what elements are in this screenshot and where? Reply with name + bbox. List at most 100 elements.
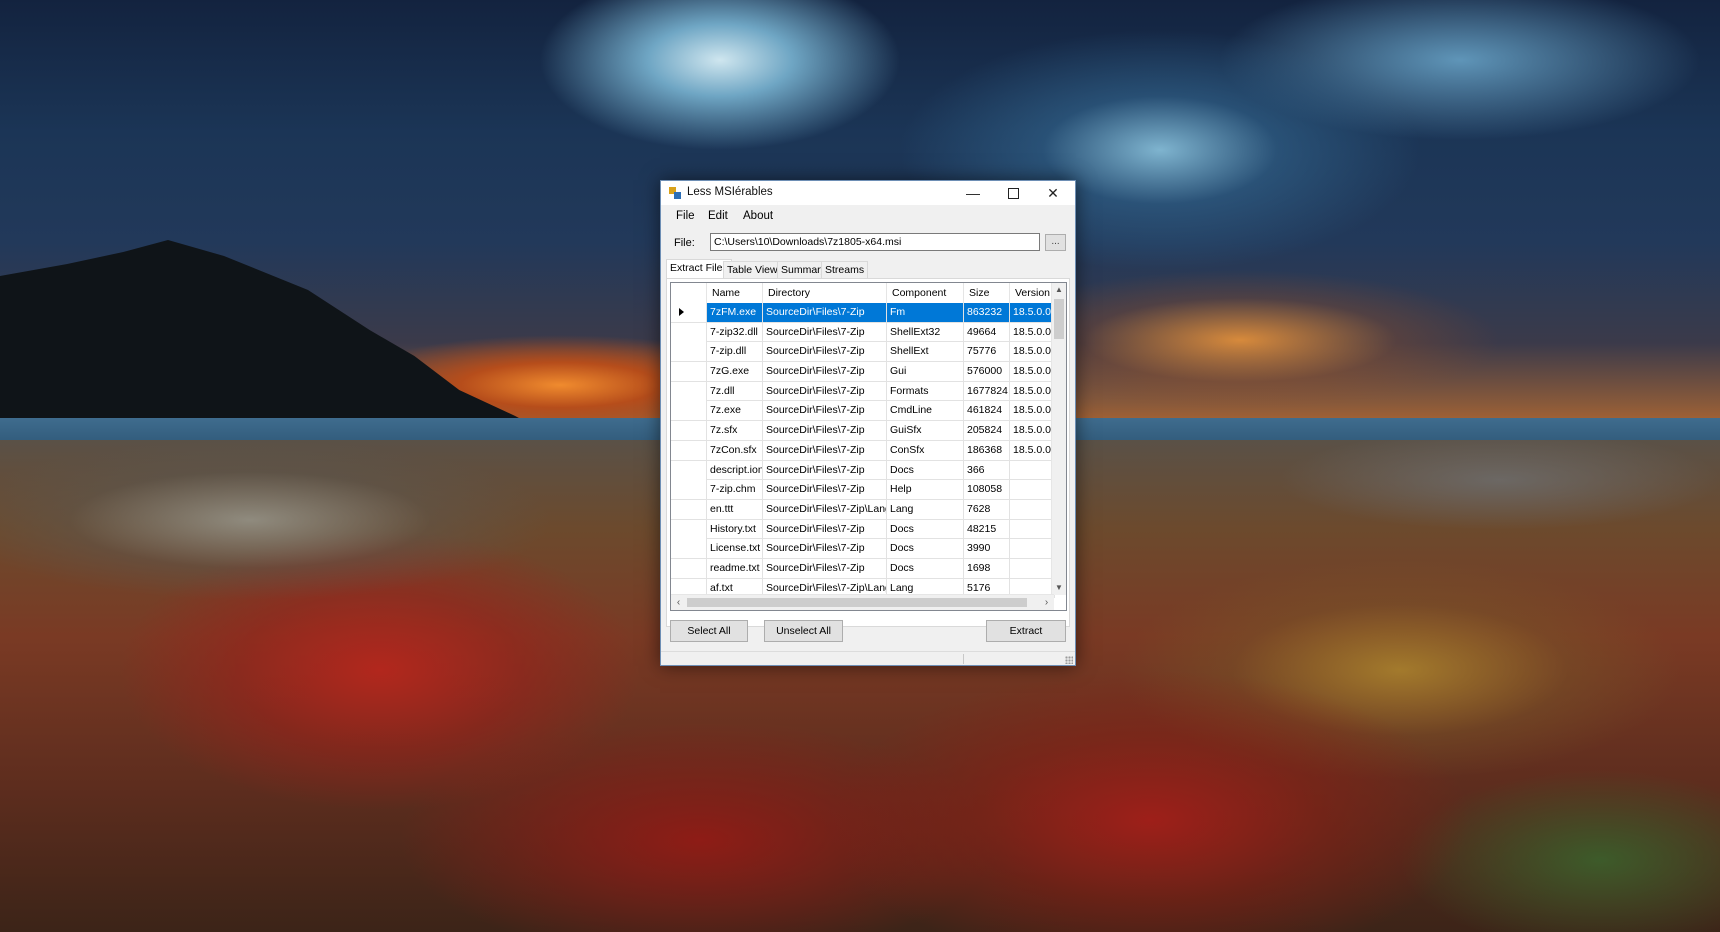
row-header[interactable] bbox=[671, 440, 707, 460]
column-header-component[interactable]: Component bbox=[887, 283, 964, 303]
row-header[interactable] bbox=[671, 460, 707, 480]
cell-component[interactable]: Docs bbox=[887, 460, 964, 480]
row-header[interactable] bbox=[671, 519, 707, 539]
cell-version[interactable]: 18.5.0.0 bbox=[1010, 342, 1055, 362]
column-header-directory[interactable]: Directory bbox=[763, 283, 887, 303]
vertical-scrollbar[interactable]: ▲ ▼ bbox=[1051, 283, 1066, 595]
row-header[interactable] bbox=[671, 303, 707, 322]
row-header[interactable] bbox=[671, 558, 707, 578]
cell-directory[interactable]: SourceDir\Files\7-Zip bbox=[763, 303, 887, 322]
horizontal-scrollbar[interactable]: ‹ › bbox=[671, 594, 1054, 610]
close-button[interactable]: ✕ bbox=[1033, 181, 1073, 205]
cell-name[interactable]: History.txt bbox=[707, 519, 763, 539]
cell-size[interactable]: 49664 bbox=[964, 322, 1010, 342]
cell-directory[interactable]: SourceDir\Files\7-Zip bbox=[763, 401, 887, 421]
cell-name[interactable]: 7zG.exe bbox=[707, 362, 763, 382]
cell-directory[interactable]: SourceDir\Files\7-Zip bbox=[763, 362, 887, 382]
cell-size[interactable]: 48215 bbox=[964, 519, 1010, 539]
table-row[interactable]: 7z.sfx SourceDir\Files\7-Zip GuiSfx 205824 1… bbox=[671, 421, 1055, 441]
cell-version[interactable]: 18.5.0.0 bbox=[1010, 322, 1055, 342]
cell-component[interactable]: Help bbox=[887, 480, 964, 500]
cell-directory[interactable]: SourceDir\Files\7-Zip bbox=[763, 421, 887, 441]
table-row[interactable]: History.txt SourceDir\Files\7-Zip Docs 4821… bbox=[671, 519, 1055, 540]
column-header-name[interactable]: Name bbox=[707, 283, 763, 303]
horizontal-scroll-thumb[interactable] bbox=[687, 598, 1027, 607]
cell-directory[interactable]: SourceDir\Files\7-Zip bbox=[763, 480, 887, 500]
file-path-input[interactable] bbox=[710, 233, 1040, 251]
extract-button[interactable]: Extract bbox=[986, 620, 1066, 642]
table-row[interactable]: en.ttt SourceDir\Files\7-Zip\Lang Lang 7628 bbox=[671, 499, 1055, 520]
cell-component[interactable]: ConSfx bbox=[887, 440, 964, 460]
row-header[interactable] bbox=[671, 499, 707, 519]
cell-version[interactable]: 18.5.0.0 bbox=[1010, 303, 1055, 322]
table-row[interactable]: 7z.exe SourceDir\Files\7-Zip CmdLine 461824… bbox=[671, 401, 1055, 422]
cell-name[interactable]: 7zCon.sfx bbox=[707, 440, 763, 460]
cell-size[interactable]: 366 bbox=[964, 460, 1010, 480]
cell-version[interactable] bbox=[1010, 499, 1055, 519]
menu-file[interactable]: File bbox=[674, 210, 697, 222]
tab-extract-files[interactable]: Extract Files bbox=[666, 259, 732, 279]
cell-name[interactable]: 7-zip.chm bbox=[707, 480, 763, 500]
row-header[interactable] bbox=[671, 362, 707, 382]
cell-directory[interactable]: SourceDir\Files\7-Zip bbox=[763, 440, 887, 460]
cell-directory[interactable]: SourceDir\Files\7-Zip bbox=[763, 381, 887, 401]
cell-component[interactable]: Formats bbox=[887, 381, 964, 401]
cell-directory[interactable]: SourceDir\Files\7-Zip bbox=[763, 460, 887, 480]
cell-name[interactable]: 7z.sfx bbox=[707, 421, 763, 441]
table-row[interactable]: 7-zip32.dll SourceDir\Files\7-Zip ShellExt… bbox=[671, 322, 1055, 343]
cell-version[interactable]: 18.5.0.0 bbox=[1010, 401, 1055, 421]
cell-name[interactable]: 7-zip32.dll bbox=[707, 322, 763, 342]
column-header-version[interactable]: Version bbox=[1010, 283, 1055, 303]
cell-component[interactable]: GuiSfx bbox=[887, 421, 964, 441]
cell-name[interactable]: 7-zip.dll bbox=[707, 342, 763, 362]
unselect-all-button[interactable]: Unselect All bbox=[764, 620, 843, 642]
cell-size[interactable]: 205824 bbox=[964, 421, 1010, 441]
scroll-down-icon[interactable]: ▼ bbox=[1052, 581, 1066, 595]
table-row[interactable]: 7zG.exe SourceDir\Files\7-Zip Gui 576000 18.… bbox=[671, 362, 1055, 382]
table-row[interactable]: 7zFM.exe SourceDir\Files\7-Zip Fm 863232 18.… bbox=[671, 303, 1055, 323]
cell-name[interactable]: 7z.dll bbox=[707, 381, 763, 401]
row-header[interactable] bbox=[671, 381, 707, 401]
cell-name[interactable]: descript.ion bbox=[707, 460, 763, 480]
cell-directory[interactable]: SourceDir\Files\7-Zip bbox=[763, 558, 887, 578]
row-header[interactable] bbox=[671, 342, 707, 362]
tab-streams[interactable]: Streams bbox=[821, 261, 869, 278]
cell-size[interactable]: 7628 bbox=[964, 499, 1010, 519]
cell-size[interactable]: 461824 bbox=[964, 401, 1010, 421]
cell-component[interactable]: CmdLine bbox=[887, 401, 964, 421]
title-bar[interactable]: Less MSIérables — ✕ bbox=[661, 181, 1075, 205]
cell-version[interactable]: 18.5.0.0 bbox=[1010, 362, 1055, 382]
row-header[interactable] bbox=[671, 480, 707, 500]
cell-directory[interactable]: SourceDir\Files\7-Zip bbox=[763, 342, 887, 362]
cell-version[interactable]: 18.5.0.0 bbox=[1010, 421, 1055, 441]
tab-table-view[interactable]: Table View bbox=[723, 261, 782, 278]
menu-edit[interactable]: Edit bbox=[706, 210, 730, 222]
cell-version[interactable] bbox=[1010, 519, 1055, 539]
scroll-left-icon[interactable]: ‹ bbox=[671, 595, 686, 610]
cell-size[interactable]: 75776 bbox=[964, 342, 1010, 362]
scroll-right-icon[interactable]: › bbox=[1039, 595, 1054, 610]
table-row[interactable]: License.txt SourceDir\Files\7-Zip Docs 3990 bbox=[671, 539, 1055, 559]
cell-directory[interactable]: SourceDir\Files\7-Zip\Lang bbox=[763, 499, 887, 519]
cell-component[interactable]: Docs bbox=[887, 539, 964, 559]
cell-version[interactable]: 18.5.0.0 bbox=[1010, 440, 1055, 460]
cell-component[interactable]: Docs bbox=[887, 519, 964, 539]
cell-name[interactable]: readme.txt bbox=[707, 558, 763, 578]
cell-size[interactable]: 576000 bbox=[964, 362, 1010, 382]
cell-directory[interactable]: SourceDir\Files\7-Zip bbox=[763, 539, 887, 559]
row-header[interactable] bbox=[671, 421, 707, 441]
cell-component[interactable]: Lang bbox=[887, 499, 964, 519]
cell-version[interactable]: 18.5.0.0 bbox=[1010, 381, 1055, 401]
cell-name[interactable]: 7zFM.exe bbox=[707, 303, 763, 322]
table-row[interactable]: 7-zip.dll SourceDir\Files\7-Zip ShellExt 75… bbox=[671, 342, 1055, 363]
vertical-scroll-thumb[interactable] bbox=[1054, 299, 1064, 339]
resize-grip-icon[interactable] bbox=[1065, 656, 1073, 664]
maximize-button[interactable] bbox=[993, 181, 1033, 205]
select-all-button[interactable]: Select All bbox=[670, 620, 748, 642]
cell-size[interactable]: 186368 bbox=[964, 440, 1010, 460]
column-header-size[interactable]: Size bbox=[964, 283, 1010, 303]
cell-size[interactable]: 1698 bbox=[964, 558, 1010, 578]
cell-size[interactable]: 3990 bbox=[964, 539, 1010, 559]
row-header[interactable] bbox=[671, 322, 707, 342]
table-row[interactable]: 7z.dll SourceDir\Files\7-Zip Formats 167782… bbox=[671, 381, 1055, 402]
